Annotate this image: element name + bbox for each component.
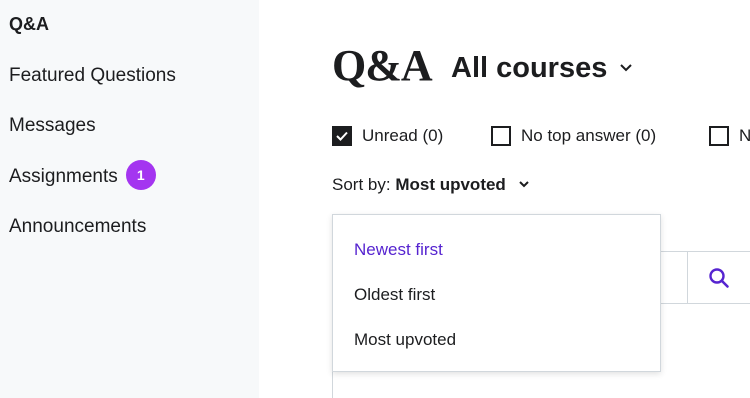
- filter-truncated-label: N: [739, 126, 750, 145]
- sidebar-item-qa[interactable]: Q&A: [9, 14, 49, 35]
- sort-dropdown-toggle[interactable]: Sort by: Most upvoted: [332, 175, 531, 195]
- sort-option-most-upvoted[interactable]: Most upvoted: [354, 330, 456, 350]
- filter-truncated-checkbox[interactable]: [709, 126, 729, 146]
- no-top-answer-checkbox[interactable]: [491, 126, 511, 146]
- course-filter-dropdown[interactable]: All courses: [451, 52, 635, 85]
- sidebar-item-label: Assignments: [9, 166, 118, 188]
- sort-option-oldest-first[interactable]: Oldest first: [354, 285, 435, 305]
- sidebar: Q&A Featured Questions Messages Assignme…: [0, 0, 259, 398]
- checkmark-icon: [336, 131, 348, 141]
- filter-unread-label: Unread (0): [362, 126, 444, 145]
- search-button[interactable]: [687, 251, 750, 304]
- page-title: Q&A: [332, 41, 433, 90]
- chevron-down-icon: [620, 64, 633, 72]
- filter-truncated[interactable]: N: [709, 126, 750, 146]
- sidebar-item-announcements[interactable]: Announcements: [9, 216, 146, 238]
- sort-value: Most upvoted: [395, 175, 506, 194]
- sort-dropdown-menu: Newest first Oldest first Most upvoted: [332, 214, 661, 372]
- unread-checkbox[interactable]: [332, 126, 352, 146]
- chevron-down-icon: [518, 181, 529, 188]
- filter-no-top-answer-label: No top answer (0): [521, 126, 657, 145]
- course-filter-label: All courses: [451, 52, 608, 84]
- sort-prefix: Sort by:: [332, 175, 391, 194]
- sidebar-item-featured-questions[interactable]: Featured Questions: [9, 65, 176, 87]
- sort-option-newest-first[interactable]: Newest first: [354, 240, 443, 260]
- search-icon: [709, 267, 729, 288]
- assignments-count-badge: 1: [125, 160, 156, 190]
- filter-no-top-answer[interactable]: No top answer (0): [491, 126, 656, 146]
- sidebar-item-assignments[interactable]: Assignments 1: [9, 160, 156, 190]
- filter-unread[interactable]: Unread (0): [332, 126, 443, 146]
- sidebar-item-messages[interactable]: Messages: [9, 115, 96, 137]
